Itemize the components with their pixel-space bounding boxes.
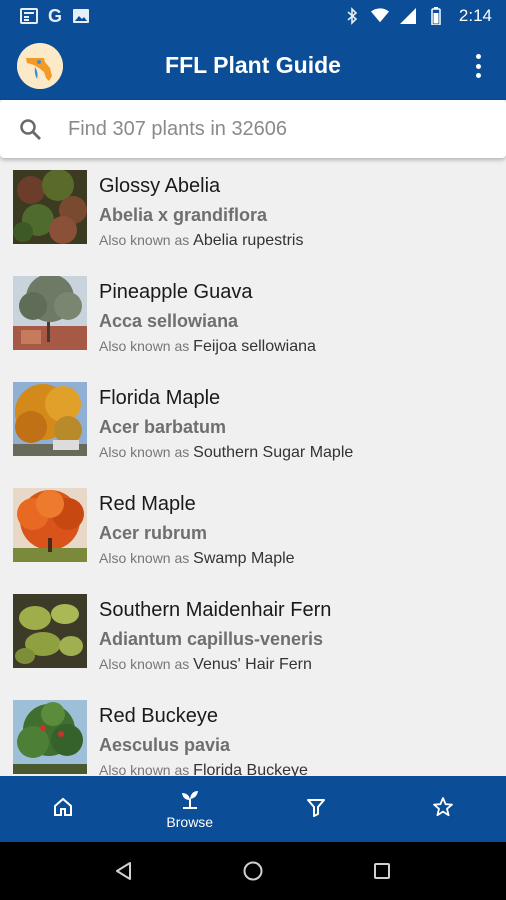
plant-aka: Also known as Swamp Maple	[99, 550, 295, 568]
plant-common-name: Florida Maple	[99, 387, 221, 409]
plant-thumbnail	[13, 170, 87, 244]
search-input[interactable]	[68, 114, 488, 144]
plant-list-item[interactable]: Florida Maple Acer barbatum Also known a…	[0, 370, 506, 476]
home-circle-icon[interactable]	[241, 859, 265, 883]
status-time: 2:14	[458, 6, 492, 25]
tab-home[interactable]	[0, 776, 127, 842]
plant-thumbnail	[13, 700, 87, 774]
signal-icon	[399, 7, 417, 25]
plant-list-item[interactable]: Southern Maidenhair Fern Adiantum capill…	[0, 582, 506, 688]
aka-prefix: Also known as	[99, 232, 190, 248]
image-icon	[72, 7, 90, 25]
plant-common-name: Pineapple Guava	[99, 281, 253, 303]
plant-thumbnail	[13, 488, 87, 562]
plant-common-name: Glossy Abelia	[99, 175, 221, 197]
sprout-icon	[181, 791, 198, 809]
plant-list-item[interactable]: Pineapple Guava Acca sellowiana Also kno…	[0, 264, 506, 370]
plant-aka: Also known as Venus' Hair Fern	[99, 656, 312, 674]
aka-prefix: Also known as	[99, 656, 190, 672]
tab-filter[interactable]	[253, 776, 380, 842]
battery-icon	[427, 7, 445, 25]
back-icon[interactable]	[112, 859, 136, 883]
aka-prefix: Also known as	[99, 338, 190, 354]
search-bar[interactable]	[0, 100, 506, 158]
plant-list-item[interactable]: Glossy Abelia Abelia x grandiflora Also …	[0, 158, 506, 264]
aka-name: Feijoa sellowiana	[193, 338, 316, 355]
filter-icon	[307, 799, 326, 817]
recents-icon[interactable]	[370, 859, 394, 883]
plant-scientific-name: Aesculus pavia	[99, 735, 231, 755]
plant-scientific-name: Abelia x grandiflora	[99, 205, 268, 225]
plant-scientific-name: Acca sellowiana	[99, 311, 239, 331]
menu-dot	[475, 73, 481, 78]
aka-name: Southern Sugar Maple	[193, 444, 354, 461]
app-title: FFL Plant Guide	[165, 52, 341, 78]
plant-list[interactable]: Glossy Abelia Abelia x grandiflora Also …	[0, 158, 506, 776]
plant-list-item[interactable]: Red Buckeye Aesculus pavia Also known as…	[0, 688, 506, 776]
aka-name: Florida Buckeye	[193, 762, 308, 776]
news-icon	[20, 7, 38, 25]
plant-list-item[interactable]: Red Maple Acer rubrum Also known as Swam…	[0, 476, 506, 582]
home-icon	[54, 797, 73, 816]
app-screen: G 2:14 FFL Plant Guide Find 307 plants i…	[0, 0, 506, 900]
search-icon[interactable]	[18, 117, 42, 141]
tab-browse[interactable]: Browse	[127, 776, 254, 842]
google-icon: G	[48, 5, 63, 26]
wifi-icon	[370, 7, 389, 25]
plant-thumbnail	[13, 382, 87, 456]
aka-name: Swamp Maple	[193, 550, 295, 567]
status-left: G	[20, 6, 90, 27]
plant-thumbnail	[13, 276, 87, 350]
plant-thumbnail	[13, 594, 87, 668]
menu-dot	[475, 54, 481, 59]
plant-aka: Also known as Southern Sugar Maple	[99, 444, 353, 462]
aka-name: Venus' Hair Fern	[193, 656, 312, 673]
plant-aka: Also known as Abelia rupestris	[99, 232, 303, 250]
star-icon	[432, 797, 453, 817]
bottom-navigation: Browse	[0, 776, 506, 842]
plant-scientific-name: Acer rubrum	[99, 523, 208, 543]
plant-scientific-name: Acer barbatum	[99, 417, 227, 437]
status-bar: G 2:14	[0, 0, 506, 32]
tab-favorites[interactable]	[380, 776, 506, 842]
plant-scientific-name: Adiantum capillus-veneris	[99, 629, 324, 649]
tab-browse-label: Browse	[166, 814, 214, 830]
bluetooth-icon	[343, 7, 361, 25]
aka-prefix: Also known as	[99, 762, 190, 776]
plant-common-name: Red Buckeye	[99, 705, 218, 727]
system-navigation-bar	[0, 842, 506, 900]
menu-dot	[475, 63, 481, 69]
plant-aka: Also known as Florida Buckeye	[99, 762, 308, 776]
aka-prefix: Also known as	[99, 550, 190, 566]
app-bar: FFL Plant Guide	[0, 32, 506, 100]
more-vert-icon[interactable]	[468, 52, 488, 80]
status-right: 2:14	[343, 6, 492, 26]
plant-common-name: Red Maple	[99, 493, 196, 515]
aka-name: Abelia rupestris	[193, 232, 304, 249]
aka-prefix: Also known as	[99, 444, 190, 460]
plant-aka: Also known as Feijoa sellowiana	[99, 338, 316, 356]
plant-common-name: Southern Maidenhair Fern	[99, 599, 332, 621]
